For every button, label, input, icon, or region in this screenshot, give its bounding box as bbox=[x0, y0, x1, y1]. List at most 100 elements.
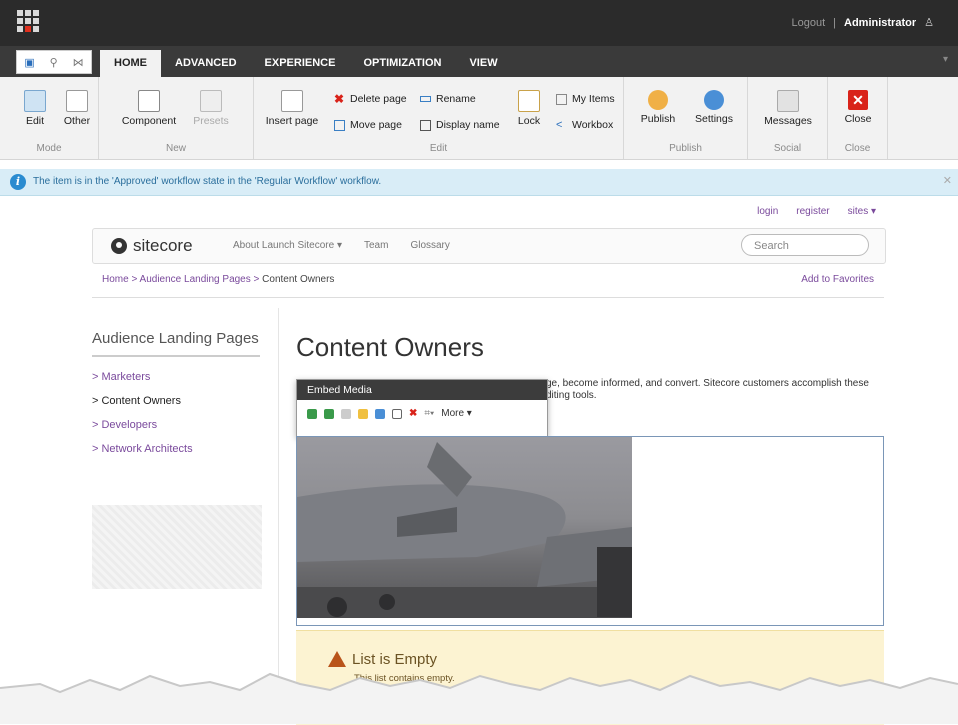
group-label-mode: Mode bbox=[36, 143, 62, 154]
dismiss-icon[interactable]: ✕ bbox=[943, 174, 952, 187]
sites-dropdown[interactable]: sites ▾ bbox=[848, 206, 876, 217]
select-parent-icon[interactable]: ⌗▾ bbox=[424, 408, 434, 419]
torn-edge bbox=[0, 672, 958, 724]
embed-media-title: Embed Media bbox=[297, 380, 547, 400]
embedded-video[interactable] bbox=[297, 437, 632, 618]
tab-experience[interactable]: EXPERIENCE bbox=[251, 50, 350, 77]
site-logo[interactable]: sitecore bbox=[111, 236, 193, 256]
tab-advanced[interactable]: ADVANCED bbox=[161, 50, 251, 77]
ribbon-group-social: Messages Social bbox=[748, 77, 828, 159]
other-button[interactable]: Other bbox=[60, 90, 94, 127]
brand-name: sitecore bbox=[133, 236, 193, 255]
media-icon[interactable] bbox=[358, 408, 368, 419]
separator: | bbox=[833, 16, 836, 29]
app-launcher-icon[interactable] bbox=[17, 10, 39, 32]
close-button[interactable]: ✕ Close bbox=[838, 90, 878, 125]
ribbon-group-close: ✕ Close Close bbox=[828, 77, 888, 159]
settings-button[interactable]: Settings bbox=[692, 90, 736, 125]
delete-icon[interactable]: ✖ bbox=[409, 408, 417, 419]
ribbon-tab-bar: ▣ ⚲ ⋈ HOME ADVANCED EXPERIENCE OPTIMIZAT… bbox=[0, 46, 958, 77]
sidebar-item-content-owners[interactable]: > Content Owners bbox=[92, 395, 262, 407]
presets-icon bbox=[200, 90, 222, 112]
publish-button[interactable]: Publish bbox=[636, 90, 680, 125]
breadcrumb: Home > Audience Landing Pages > Content … bbox=[102, 274, 334, 285]
delete-page-button[interactable]: ✖ Delete page bbox=[334, 91, 407, 106]
properties-icon[interactable] bbox=[341, 408, 351, 419]
group-label-social: Social bbox=[773, 143, 802, 154]
delete-page-label: Delete page bbox=[350, 93, 407, 105]
workbox-label: Workbox bbox=[572, 119, 614, 131]
sidebar-title: Audience Landing Pages bbox=[92, 330, 260, 357]
lock-button[interactable]: Lock bbox=[514, 90, 544, 127]
display-name-button[interactable]: Display name bbox=[420, 119, 500, 131]
close-label: Close bbox=[844, 113, 872, 125]
display-name-icon bbox=[420, 119, 431, 131]
top-links: login register sites ▾ bbox=[757, 206, 876, 217]
publish-label: Publish bbox=[640, 113, 676, 125]
component-button[interactable]: Component bbox=[119, 90, 179, 127]
close-icon: ✕ bbox=[848, 90, 868, 110]
presets-label: Presets bbox=[193, 115, 229, 127]
green-action-icon[interactable] bbox=[324, 408, 334, 419]
delete-icon: ✖ bbox=[334, 91, 345, 106]
my-items-button[interactable]: My Items bbox=[556, 93, 615, 105]
ribbon-group-mode: Edit Other Mode bbox=[0, 77, 99, 159]
nav-glossary[interactable]: Glossary bbox=[410, 240, 449, 251]
media-container[interactable] bbox=[296, 436, 884, 626]
more-dropdown[interactable]: More ▾ bbox=[441, 408, 472, 419]
move-page-label: Move page bbox=[350, 119, 402, 131]
group-label-close: Close bbox=[844, 143, 871, 154]
move-page-button[interactable]: Move page bbox=[334, 119, 402, 131]
search-input[interactable]: Search bbox=[741, 234, 869, 256]
sidebar-item-marketers[interactable]: > Marketers bbox=[92, 371, 262, 383]
publish-icon bbox=[648, 90, 668, 110]
lock-label: Lock bbox=[517, 115, 541, 127]
nav-team[interactable]: Team bbox=[364, 240, 388, 251]
empty-placeholder[interactable] bbox=[92, 505, 262, 589]
insert-page-button[interactable]: Insert page bbox=[264, 90, 320, 127]
workbox-button[interactable]: < Workbox bbox=[556, 119, 613, 131]
register-link[interactable]: register bbox=[796, 206, 829, 217]
settings-icon bbox=[704, 90, 724, 110]
rename-icon bbox=[420, 96, 431, 102]
other-label: Other bbox=[63, 115, 91, 127]
breadcrumb-home[interactable]: Home bbox=[102, 274, 129, 285]
edit-icon bbox=[24, 90, 46, 112]
edit-button[interactable]: Edit bbox=[18, 90, 52, 127]
insert-page-icon bbox=[281, 90, 303, 112]
embed-media-toolbar: Embed Media ✖ ⌗▾ More ▾ bbox=[296, 379, 548, 437]
sidebar-item-network-architects[interactable]: > Network Architects bbox=[92, 443, 262, 455]
nav-about[interactable]: About Launch Sitecore ▾ bbox=[233, 240, 342, 251]
ribbon-group-edit: Insert page ✖ Delete page Move page Rena… bbox=[254, 77, 624, 159]
logout-link[interactable]: Logout bbox=[791, 17, 825, 29]
breadcrumb-current: Content Owners bbox=[262, 274, 335, 285]
sidebar: Audience Landing Pages > Marketers > Con… bbox=[92, 330, 262, 467]
ribbon-group-new: Component Presets New bbox=[99, 77, 254, 159]
collapse-ribbon-icon[interactable]: ▾ bbox=[943, 54, 948, 65]
navigate-icon[interactable]: ⋈ bbox=[73, 56, 84, 69]
search-icon[interactable]: ⚲ bbox=[50, 56, 58, 69]
tab-view[interactable]: VIEW bbox=[455, 50, 511, 77]
rename-button[interactable]: Rename bbox=[420, 93, 476, 105]
login-link[interactable]: login bbox=[757, 206, 778, 217]
top-bar: Logout | Administrator ♙ bbox=[0, 0, 958, 46]
messages-button[interactable]: Messages bbox=[758, 90, 818, 127]
ribbon-group-publish: Publish Settings Publish bbox=[624, 77, 748, 159]
tab-optimization[interactable]: OPTIMIZATION bbox=[349, 50, 455, 77]
site-navbar: sitecore About Launch Sitecore ▾ Team Gl… bbox=[92, 228, 886, 264]
save-icon[interactable]: ▣ bbox=[24, 56, 34, 69]
group-label-publish: Publish bbox=[669, 143, 702, 154]
messages-label: Messages bbox=[764, 115, 812, 127]
breadcrumb-audience[interactable]: Audience Landing Pages bbox=[140, 274, 251, 285]
add-to-favorites-link[interactable]: Add to Favorites bbox=[801, 274, 874, 285]
move-page-icon bbox=[334, 119, 345, 131]
green-action-icon[interactable] bbox=[307, 408, 317, 419]
tab-home[interactable]: HOME bbox=[100, 50, 161, 77]
sidebar-item-developers[interactable]: > Developers bbox=[92, 419, 262, 431]
presets-button[interactable]: Presets bbox=[191, 90, 231, 127]
notification-text: The item is in the 'Approved' workflow s… bbox=[33, 176, 382, 187]
frame-icon[interactable] bbox=[392, 408, 402, 419]
personalize-icon[interactable] bbox=[375, 408, 385, 419]
lock-icon bbox=[518, 90, 540, 112]
user-name[interactable]: Administrator bbox=[844, 17, 916, 29]
